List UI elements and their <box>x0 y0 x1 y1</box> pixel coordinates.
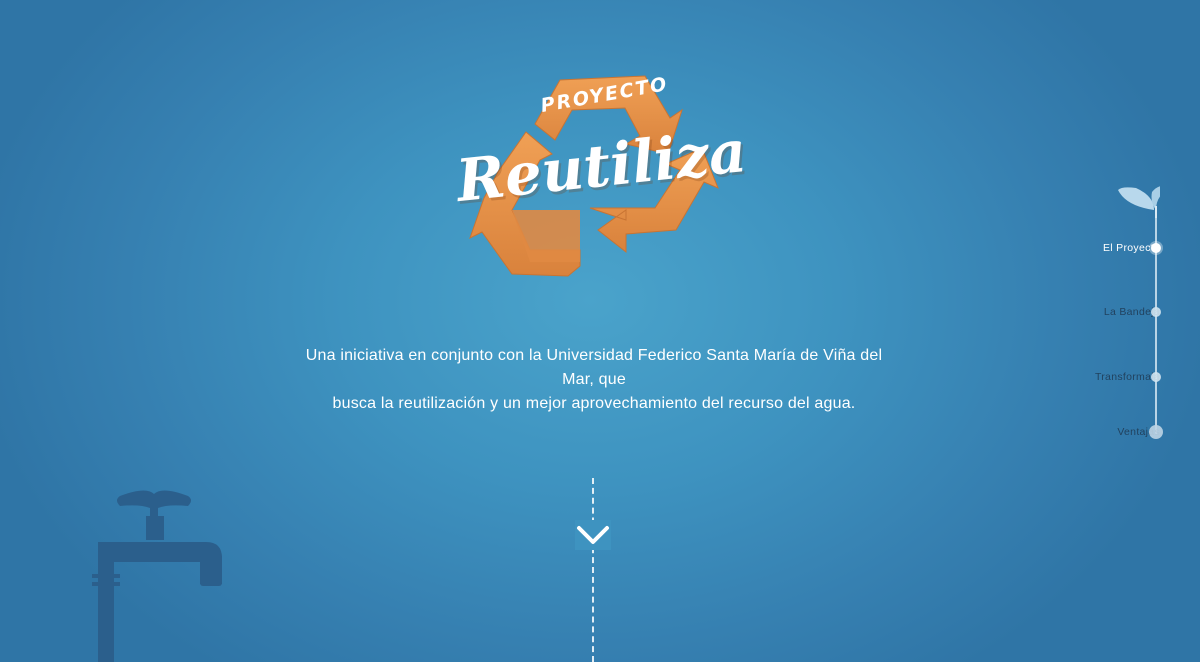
nav-dot-el-proyecto[interactable] <box>1151 243 1161 253</box>
chevron-down-icon <box>575 520 611 550</box>
intro-line-2: busca la reutilización y un mejor aprove… <box>332 395 856 412</box>
intro-line-1: Una iniciativa en conjunto con la Univer… <box>305 347 883 388</box>
brand-small-label: PROYECTO <box>539 72 671 118</box>
logo: PROYECTO Reutiliza <box>440 62 749 287</box>
faucet-icon <box>92 490 222 662</box>
intro-text: Una iniciativa en conjunto con la Univer… <box>294 344 894 416</box>
scroll-guide-line <box>592 478 594 662</box>
faucet-illustration <box>88 488 228 662</box>
brand-name: Reutiliza <box>453 116 750 216</box>
sprout-icon <box>1118 186 1160 218</box>
nav-dot-la-bandeja[interactable] <box>1151 307 1161 317</box>
nav-dot-ventajas[interactable] <box>1149 425 1163 439</box>
nav-dot-transformala[interactable] <box>1151 372 1161 382</box>
scroll-down-button[interactable] <box>575 520 611 550</box>
section-nav: El Proyecto La Bandeja Transformala Vent… <box>1050 176 1190 446</box>
